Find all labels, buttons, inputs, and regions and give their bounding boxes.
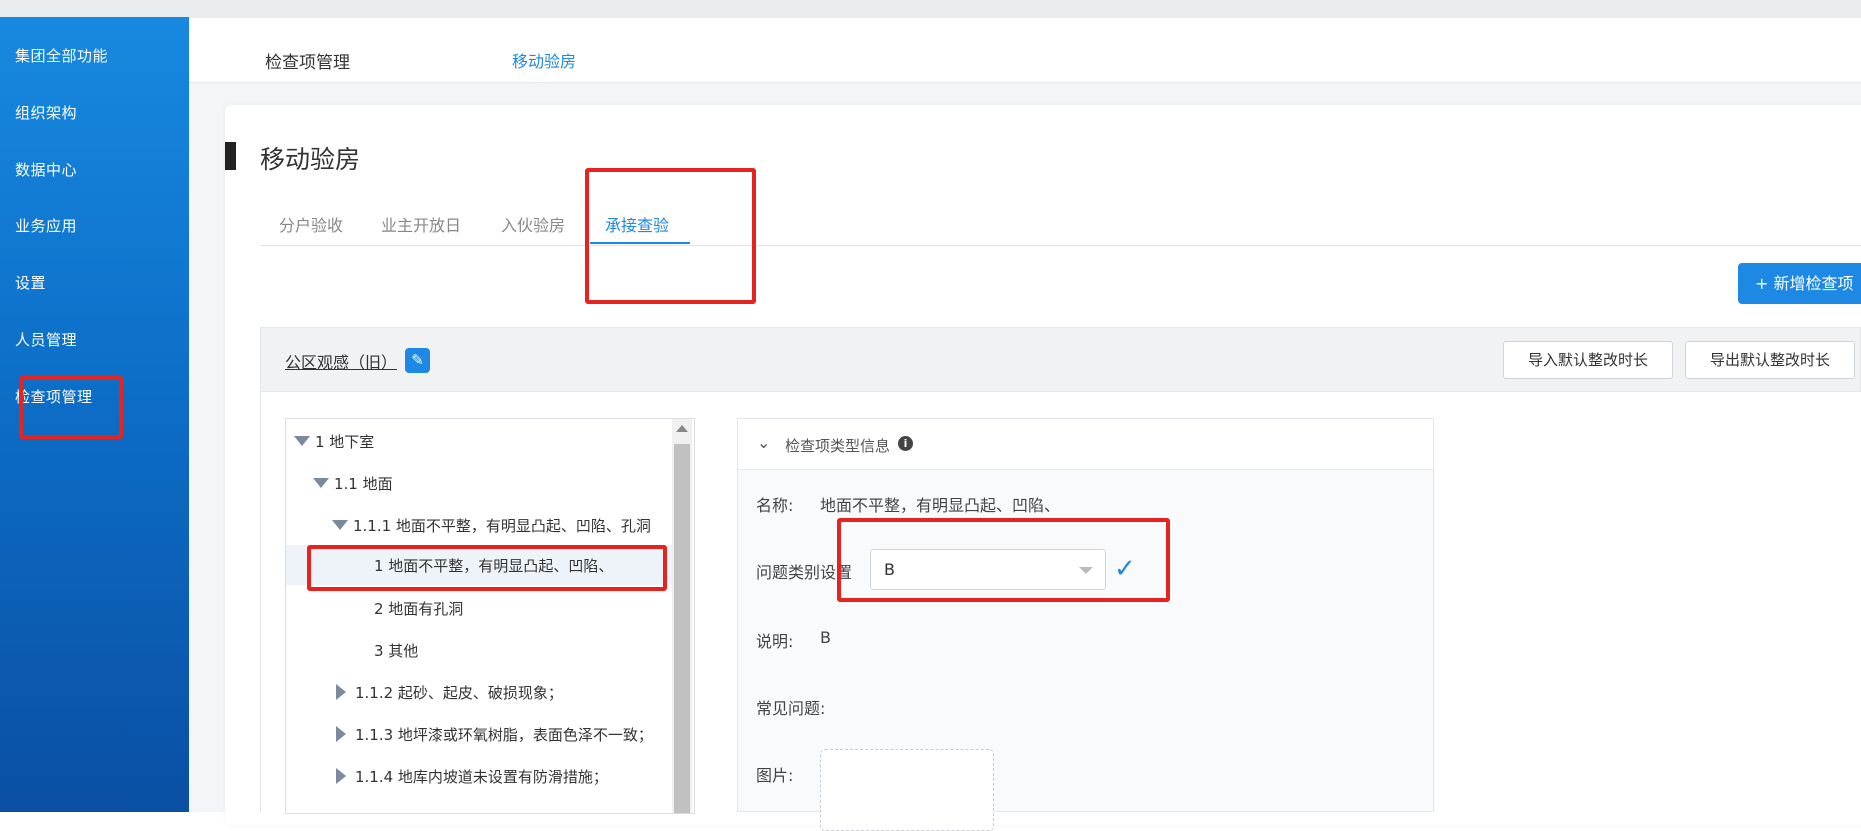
tree-node-label: 3 其他	[374, 642, 419, 660]
description-value: B	[820, 628, 831, 647]
info-icon[interactable]: i	[898, 436, 913, 451]
tree-node-label: 1.1.1 地面不平整，有明显凸起、凹陷、孔洞	[353, 517, 651, 535]
tree-node-label: 1.1.4 地库内坡道未设置有防滑措施；	[355, 768, 608, 786]
tree-node[interactable]: 1.1.4 地库内坡道未设置有防滑措施；	[336, 765, 608, 789]
chevron-down-icon[interactable]: ⌄	[757, 433, 770, 452]
tab-bar: 分户验收 业主开放日 入伙验房 承接查验	[260, 205, 1861, 246]
highlight-box	[837, 518, 1170, 602]
detail-section-header[interactable]: ⌄ 检查项类型信息 i	[738, 419, 1433, 470]
import-default-duration-button[interactable]: 导入默认整改时长	[1503, 341, 1673, 379]
item-tree: 1 地下室 1.1 地面 1.1.1 地面不平整，有明显凸起、凹陷、孔洞 1 地…	[285, 418, 695, 814]
section-label: 检查项类型信息	[785, 437, 891, 455]
scroll-up-arrow-icon[interactable]	[676, 425, 688, 432]
sidebar-item-staff[interactable]: 人员管理	[15, 325, 77, 355]
highlight-box	[307, 545, 667, 591]
detail-panel: ⌄ 检查项类型信息 i 名称: 地面不平整，有明显凸起、凹陷、 问题类别设置 B…	[737, 418, 1434, 831]
panel-header: 公区观感（旧） ✎ 导入默认整改时长 导出默认整改时长	[260, 327, 1861, 392]
caret-right-icon[interactable]	[336, 768, 346, 784]
tab-household-acceptance[interactable]: 分户验收	[279, 212, 343, 236]
image-label: 图片:	[756, 766, 794, 785]
tree-node-label: 1 地下室	[315, 433, 375, 451]
caret-right-icon[interactable]	[336, 726, 346, 742]
sidebar-item-settings[interactable]: 设置	[15, 268, 46, 298]
name-value: 地面不平整，有明显凸起、凹陷、	[820, 496, 1061, 515]
breadcrumb: 检查项管理 移动验房	[189, 17, 1861, 83]
tree-node-label: 1.1 地面	[334, 475, 393, 493]
tree-node[interactable]: 1.1.1 地面不平整，有明显凸起、凹陷、孔洞	[332, 514, 651, 538]
highlight-box	[19, 376, 123, 439]
scroll-thumb[interactable]	[674, 444, 690, 813]
sidebar-item-data-center[interactable]: 数据中心	[15, 155, 77, 185]
top-bar	[0, 0, 1861, 18]
caret-down-icon[interactable]	[313, 478, 329, 488]
tree-scrollbar[interactable]	[672, 419, 692, 813]
description-label: 说明:	[756, 632, 794, 651]
breadcrumb-inspection-mgmt[interactable]: 检查项管理	[265, 48, 350, 73]
tab-move-in-inspection[interactable]: 入伙验房	[501, 212, 565, 236]
pencil-icon[interactable]: ✎	[405, 348, 430, 373]
image-upload-box[interactable]	[820, 749, 994, 831]
caret-right-icon[interactable]	[336, 684, 346, 700]
add-button-label: 新增检查项	[1773, 274, 1854, 293]
title-marker	[225, 142, 236, 170]
add-inspection-item-button[interactable]: + 新增检查项	[1738, 263, 1861, 304]
tree-node[interactable]: 1.1 地面	[313, 472, 393, 496]
plus-icon: +	[1755, 274, 1774, 293]
tab-owner-open-day[interactable]: 业主开放日	[381, 212, 461, 236]
caret-down-icon[interactable]	[332, 520, 348, 530]
tree-node[interactable]: 1.1.3 地坪漆或环氧树脂，表面色泽不一致；	[336, 723, 653, 747]
tree-node-label: 2 地面有孔洞	[374, 600, 464, 618]
tree-node-label: 1.1.2 起砂、起皮、破损现象；	[355, 684, 563, 702]
tree-node[interactable]: 3 其他	[374, 639, 418, 663]
name-label: 名称:	[756, 496, 794, 515]
tree-node[interactable]: 1.1.2 起砂、起皮、破损现象；	[336, 681, 563, 705]
highlight-box	[585, 168, 756, 304]
sidebar-item-group-functions[interactable]: 集团全部功能	[15, 41, 108, 71]
page-title: 移动验房	[260, 145, 361, 174]
tree-node-label: 1.1.3 地坪漆或环氧树脂，表面色泽不一致；	[355, 726, 653, 744]
panel-name[interactable]: 公区观感（旧）	[285, 349, 397, 373]
common-issues-label: 常见问题:	[756, 699, 826, 718]
export-default-duration-button[interactable]: 导出默认整改时长	[1685, 341, 1855, 379]
tree-node[interactable]: 2 地面有孔洞	[374, 597, 463, 621]
sidebar-item-business[interactable]: 业务应用	[15, 211, 77, 241]
breadcrumb-mobile-inspection[interactable]: 移动验房	[512, 48, 576, 72]
tree-node[interactable]: 1 地下室	[294, 430, 374, 454]
sidebar-item-org[interactable]: 组织架构	[15, 98, 77, 128]
caret-down-icon[interactable]	[294, 436, 310, 446]
